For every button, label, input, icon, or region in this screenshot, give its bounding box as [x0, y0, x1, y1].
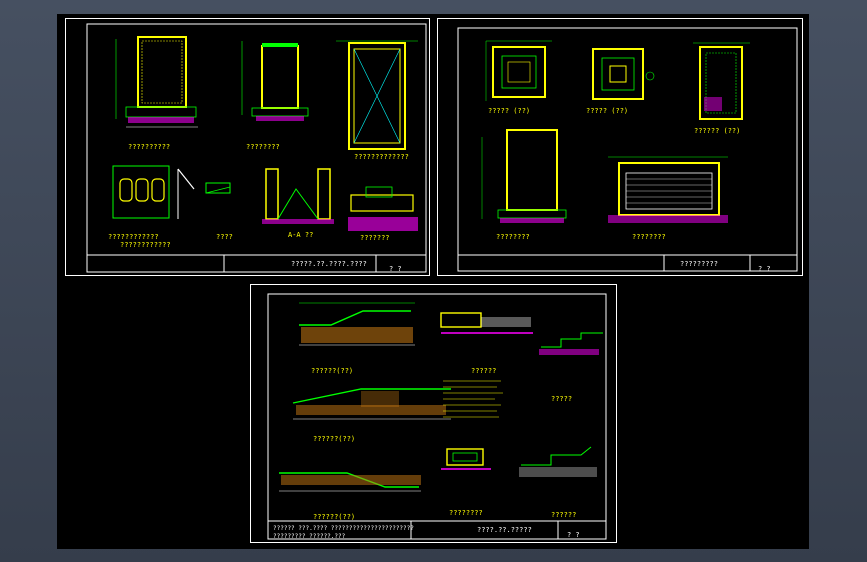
caption-detail-5: ??????(??)	[313, 513, 356, 521]
detail-3-plan	[693, 42, 750, 120]
sheet-3-number: ? ?	[567, 531, 580, 539]
caption-detail-6: ?????	[551, 395, 573, 403]
caption-detail-4b: ????????????	[120, 241, 171, 249]
caption-detail-4: ????????	[496, 233, 530, 241]
detail-1-section	[115, 36, 198, 128]
caption-detail-4: ????????????	[108, 233, 159, 241]
drawing-sheet-1[interactable]: ?????????? ???????? ????????????? ??????…	[65, 18, 430, 276]
sheet-3-note-line-1: ?????? ???.???? ???????????????????????	[273, 525, 414, 532]
detail-4-ramp-section	[292, 388, 451, 420]
caption-detail-1: ??????????	[128, 143, 171, 151]
detail-8-step-section	[519, 446, 597, 477]
sheet-2-graphics	[457, 27, 798, 272]
caption-detail-1: ??????(??)	[311, 367, 354, 375]
sheet-1-title: ?????.??.????.????	[291, 260, 367, 268]
detail-2-step-section	[440, 312, 533, 334]
detail-4-vent-grille	[112, 165, 195, 219]
caption-detail-3: ?????????????	[354, 153, 409, 161]
caption-detail-5: ????????	[632, 233, 666, 241]
detail-6-notes-column	[443, 380, 503, 418]
detail-3-window-elevation	[336, 40, 418, 150]
caption-detail-1: ????? (??)	[488, 107, 531, 115]
detail-2-section	[241, 41, 309, 121]
caption-detail-3: ?????? (??)	[694, 127, 741, 135]
detail-7-threshold	[348, 186, 418, 231]
caption-detail-7: ????????	[449, 509, 483, 517]
caption-detail-6: A-A ??	[288, 231, 314, 239]
caption-detail-3: ??????	[551, 511, 577, 519]
sheet-3-title: ????.??.?????	[477, 526, 532, 534]
sheet-2-number: ? ?	[758, 265, 771, 273]
caption-detail-7: ???????	[360, 234, 390, 242]
detail-2-plan	[592, 48, 655, 100]
detail-1-ramp-section	[299, 302, 415, 346]
caption-detail-4: ??????(??)	[313, 435, 356, 443]
caption-detail-2: ??????	[471, 367, 497, 375]
drawing-sheet-2[interactable]: ????? (??) ????? (??) ?????? (??) ??????…	[437, 18, 803, 276]
detail-1-plan	[485, 40, 552, 101]
detail-5-elevation	[608, 156, 728, 223]
detail-5-bracket	[205, 182, 231, 194]
detail-4-section	[481, 129, 567, 223]
detail-3-step-section	[539, 332, 603, 355]
detail-5-ramp-section	[279, 472, 421, 492]
drawing-sheet-3[interactable]: ??????(??) ?????? ?????? ??????(??) ????…	[250, 284, 617, 543]
sheet-2-title: ?????????	[680, 260, 718, 268]
sheet-3-graphics	[267, 293, 607, 540]
detail-6-section-a-a	[262, 168, 334, 224]
caption-detail-2: ????? (??)	[586, 107, 629, 115]
caption-detail-5: ????	[216, 233, 233, 241]
detail-7-drain-section	[441, 448, 491, 470]
sheet-3-note-line-2: ????????? ??????.???	[273, 533, 346, 540]
caption-detail-2: ????????	[246, 143, 280, 151]
sheet-1-number: ? ?	[389, 265, 402, 273]
cad-model-viewport[interactable]: ?????????? ???????? ????????????? ??????…	[57, 14, 809, 549]
